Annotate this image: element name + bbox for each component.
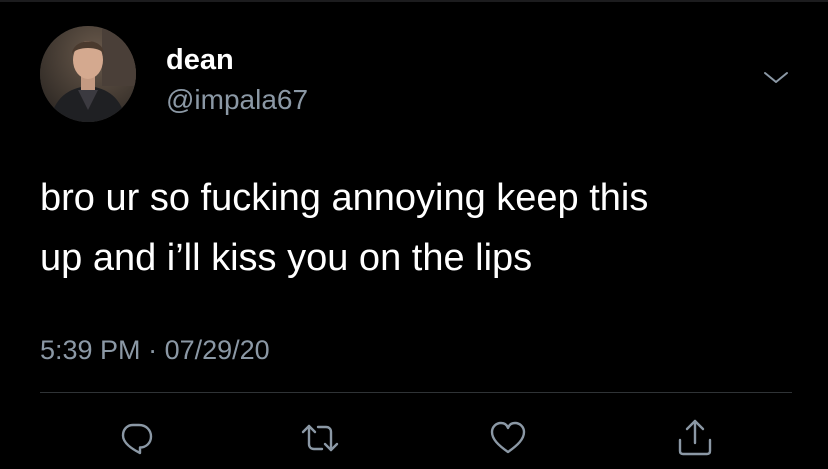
chevron-down-icon[interactable] [760, 66, 792, 88]
reply-icon [121, 423, 153, 455]
tweet-text: bro ur so fucking annoying keep this up … [40, 168, 800, 288]
meta-separator: · [148, 335, 158, 365]
tweet-text-line: bro ur so fucking annoying keep this [40, 177, 649, 219]
retweet-button[interactable] [300, 418, 340, 458]
like-button[interactable] [488, 418, 528, 458]
tweet-text-line: up and i’ll kiss you on the lips [40, 237, 533, 279]
tweet-timestamp[interactable]: 5:39 PM · 07/29/20 [40, 334, 270, 366]
like-icon [490, 421, 526, 454]
share-button[interactable] [675, 418, 715, 458]
retweet-icon [301, 424, 339, 452]
user-handle[interactable]: @impala67 [166, 84, 308, 116]
top-border [0, 0, 828, 2]
tweet-date: 07/29/20 [164, 335, 270, 365]
display-name[interactable]: dean [166, 44, 234, 76]
tweet-time: 5:39 PM [40, 335, 141, 365]
share-icon [678, 419, 712, 456]
avatar-image [40, 26, 136, 122]
reply-button[interactable] [116, 418, 156, 458]
avatar[interactable] [40, 26, 136, 122]
divider [40, 392, 792, 393]
